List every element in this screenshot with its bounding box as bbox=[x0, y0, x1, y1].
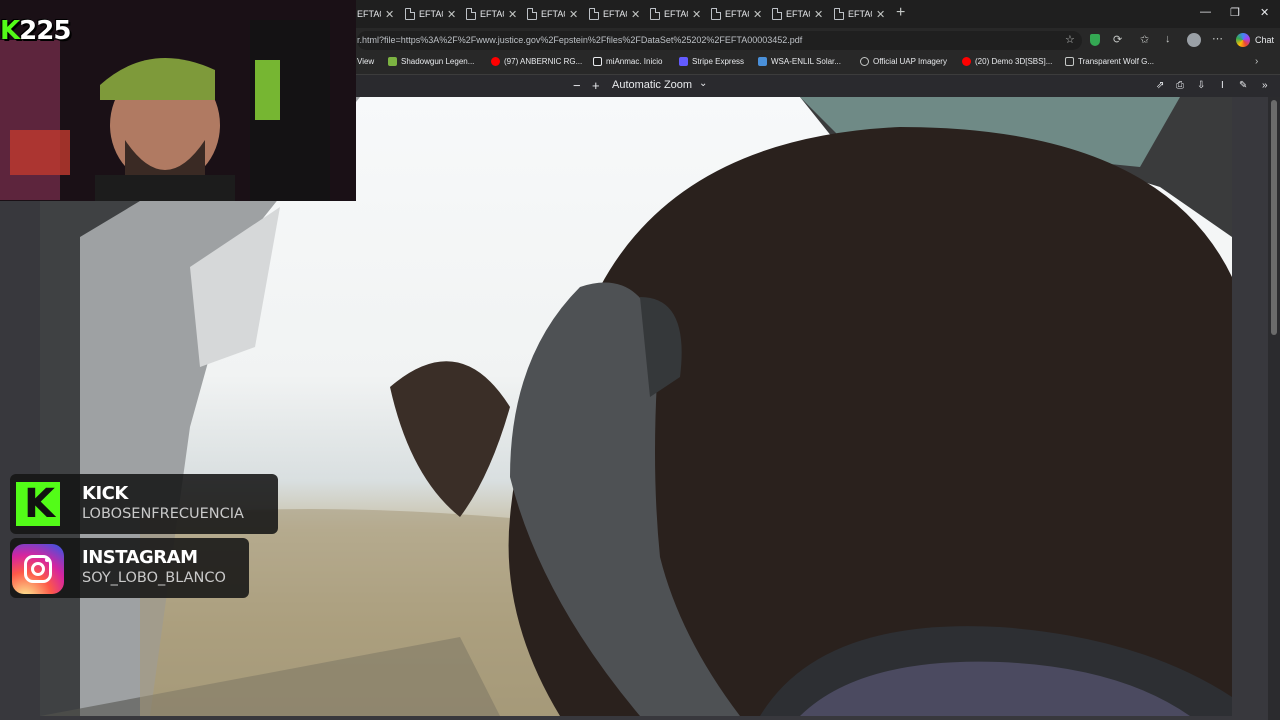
stripe-icon bbox=[679, 57, 688, 66]
close-icon[interactable]: ✕ bbox=[876, 8, 885, 21]
bookmark-label: (20) Demo 3D[SBS]... bbox=[975, 57, 1053, 66]
maximize-icon[interactable]: ❐ bbox=[1230, 6, 1240, 19]
bookmark-item[interactable]: miAnmac. Inicio bbox=[593, 57, 662, 66]
new-tab-button[interactable]: + bbox=[896, 4, 905, 22]
document-icon bbox=[772, 8, 782, 20]
address-bar[interactable]: r.html?file=https%3A%2F%2Fwww.justice.go… bbox=[357, 31, 1082, 50]
text-cursor-icon[interactable]: I bbox=[1221, 80, 1224, 91]
document-icon bbox=[834, 8, 844, 20]
close-icon[interactable]: ✕ bbox=[569, 8, 578, 21]
instagram-handle: SOY_LOBO_BLANCO bbox=[82, 570, 226, 586]
close-icon[interactable]: ✕ bbox=[447, 8, 456, 21]
close-icon[interactable]: ✕ bbox=[508, 8, 517, 21]
tab-label: EFTA0 bbox=[541, 9, 565, 19]
youtube-icon bbox=[491, 57, 500, 66]
follower-counter: K225 bbox=[0, 16, 71, 46]
close-icon[interactable]: ✕ bbox=[385, 8, 394, 21]
tab-label: EFTA0 bbox=[357, 9, 381, 19]
bookmark-label: Shadowgun Legen... bbox=[401, 57, 475, 66]
document-icon bbox=[527, 8, 537, 20]
bookmark-item[interactable]: (20) Demo 3D[SBS]... bbox=[962, 57, 1052, 66]
android-icon bbox=[388, 57, 397, 66]
document-icon bbox=[650, 8, 660, 20]
minimize-icon[interactable]: — bbox=[1200, 6, 1211, 18]
bookmark-label: WSA-ENLIL Solar... bbox=[771, 57, 841, 66]
instagram-name: INSTAGRAM bbox=[82, 547, 198, 568]
kick-k-glyph: K bbox=[0, 16, 20, 46]
bookmark-item[interactable]: (97) ANBERNIC RG... bbox=[491, 57, 582, 66]
document-icon bbox=[405, 8, 415, 20]
browser-tab[interactable]: EFTA0 ✕ bbox=[650, 4, 710, 24]
webcam-overlay: K225 bbox=[0, 0, 356, 201]
bookmark-item[interactable]: Transparent Wolf G... bbox=[1065, 57, 1154, 66]
save-icon[interactable]: ⇩ bbox=[1197, 80, 1205, 91]
favorites-icon[interactable]: ✩ bbox=[1140, 33, 1149, 46]
kick-handle: LOBOSENFRECUENCIA bbox=[82, 506, 244, 522]
print-icon[interactable]: ⎙ bbox=[1176, 80, 1184, 91]
document-icon bbox=[711, 8, 721, 20]
kick-name: KICK bbox=[82, 483, 128, 504]
globe-icon bbox=[860, 57, 869, 66]
extensions-icon[interactable]: ⟳ bbox=[1113, 33, 1122, 46]
browser-tab[interactable]: EFTA0 ✕ bbox=[589, 4, 649, 24]
chevron-right-icon[interactable]: › bbox=[1255, 56, 1258, 67]
bookmark-label: Stripe Express bbox=[692, 57, 745, 66]
download-icon[interactable]: ↓ bbox=[1165, 33, 1171, 45]
bookmark-item[interactable]: View bbox=[357, 57, 374, 66]
counter-value: 225 bbox=[19, 16, 71, 46]
youtube-icon bbox=[962, 57, 971, 66]
copilot-icon[interactable] bbox=[1236, 33, 1250, 47]
close-window-icon[interactable]: ✕ bbox=[1260, 6, 1269, 19]
close-icon[interactable]: ✕ bbox=[692, 8, 701, 21]
zoom-out-button[interactable]: − bbox=[573, 78, 581, 93]
bookmark-item[interactable]: Official UAP Imagery bbox=[860, 57, 947, 66]
tab-label: EFTA0 bbox=[725, 9, 749, 19]
star-icon[interactable]: ☆ bbox=[1065, 33, 1075, 46]
bookmark-label: (97) ANBERNIC RG... bbox=[504, 57, 583, 66]
close-icon[interactable]: ✕ bbox=[631, 8, 640, 21]
browser-tab[interactable]: EFTA0 ✕ bbox=[711, 4, 771, 24]
document-icon bbox=[589, 8, 599, 20]
chat-button[interactable]: Chat bbox=[1255, 35, 1274, 45]
instagram-icon bbox=[12, 544, 64, 594]
screen: EFTA0 ✕ EFTA0 ✕ EFTA0 ✕ EFTA0 ✕ EFTA0 ✕ EFTA0… bbox=[0, 0, 1280, 720]
open-external-icon[interactable]: ⇗ bbox=[1156, 80, 1164, 91]
tab-label: EFTA0 bbox=[480, 9, 504, 19]
shield-icon[interactable] bbox=[1090, 34, 1100, 46]
bookmark-item[interactable]: Stripe Express bbox=[679, 57, 744, 66]
document-icon bbox=[466, 8, 476, 20]
browser-tab[interactable]: EFTA0 ✕ bbox=[405, 4, 465, 24]
swpc-icon bbox=[758, 57, 767, 66]
tab-label: EFTA0 bbox=[848, 9, 872, 19]
browser-tab[interactable]: EFTA0 ✕ bbox=[772, 4, 832, 24]
tab-label: EFTA0 bbox=[419, 9, 443, 19]
scrollbar-thumb[interactable] bbox=[1271, 100, 1277, 335]
page-icon bbox=[1065, 57, 1074, 66]
tools-chevron-icon[interactable]: » bbox=[1262, 80, 1268, 91]
bookmark-label: Official UAP Imagery bbox=[873, 57, 947, 66]
chevron-down-icon[interactable]: ⌄ bbox=[699, 78, 707, 89]
browser-tab[interactable]: EFTA0 ✕ bbox=[834, 4, 894, 24]
bookmark-label: miAnmac. Inicio bbox=[606, 57, 663, 66]
draw-icon[interactable]: ✎ bbox=[1239, 80, 1247, 91]
bookmark-item[interactable]: Shadowgun Legen... bbox=[388, 57, 474, 66]
tab-label: EFTA0 bbox=[603, 9, 627, 19]
r-icon bbox=[593, 57, 602, 66]
tab-label: EFTA0 bbox=[786, 9, 810, 19]
profile-avatar[interactable] bbox=[1187, 33, 1201, 47]
bookmark-item[interactable]: WSA-ENLIL Solar... bbox=[758, 57, 841, 66]
bookmark-label: View bbox=[357, 57, 375, 66]
more-menu-icon[interactable]: ⋯ bbox=[1212, 32, 1223, 45]
close-icon[interactable]: ✕ bbox=[814, 8, 823, 21]
zoom-select[interactable]: Automatic Zoom bbox=[612, 79, 692, 91]
browser-tab[interactable]: EFTA0 ✕ bbox=[466, 4, 526, 24]
zoom-in-button[interactable]: + bbox=[592, 78, 600, 93]
kick-overlay: K KICK LOBOSENFRECUENCIA bbox=[10, 474, 278, 534]
close-icon[interactable]: ✕ bbox=[753, 8, 762, 21]
bookmark-label: Transparent Wolf G... bbox=[1078, 57, 1155, 66]
browser-tab[interactable]: EFTA0 ✕ bbox=[527, 4, 587, 24]
kick-icon: K bbox=[16, 482, 60, 526]
instagram-overlay: INSTAGRAM SOY_LOBO_BLANCO bbox=[10, 538, 249, 598]
tab-label: EFTA0 bbox=[664, 9, 688, 19]
